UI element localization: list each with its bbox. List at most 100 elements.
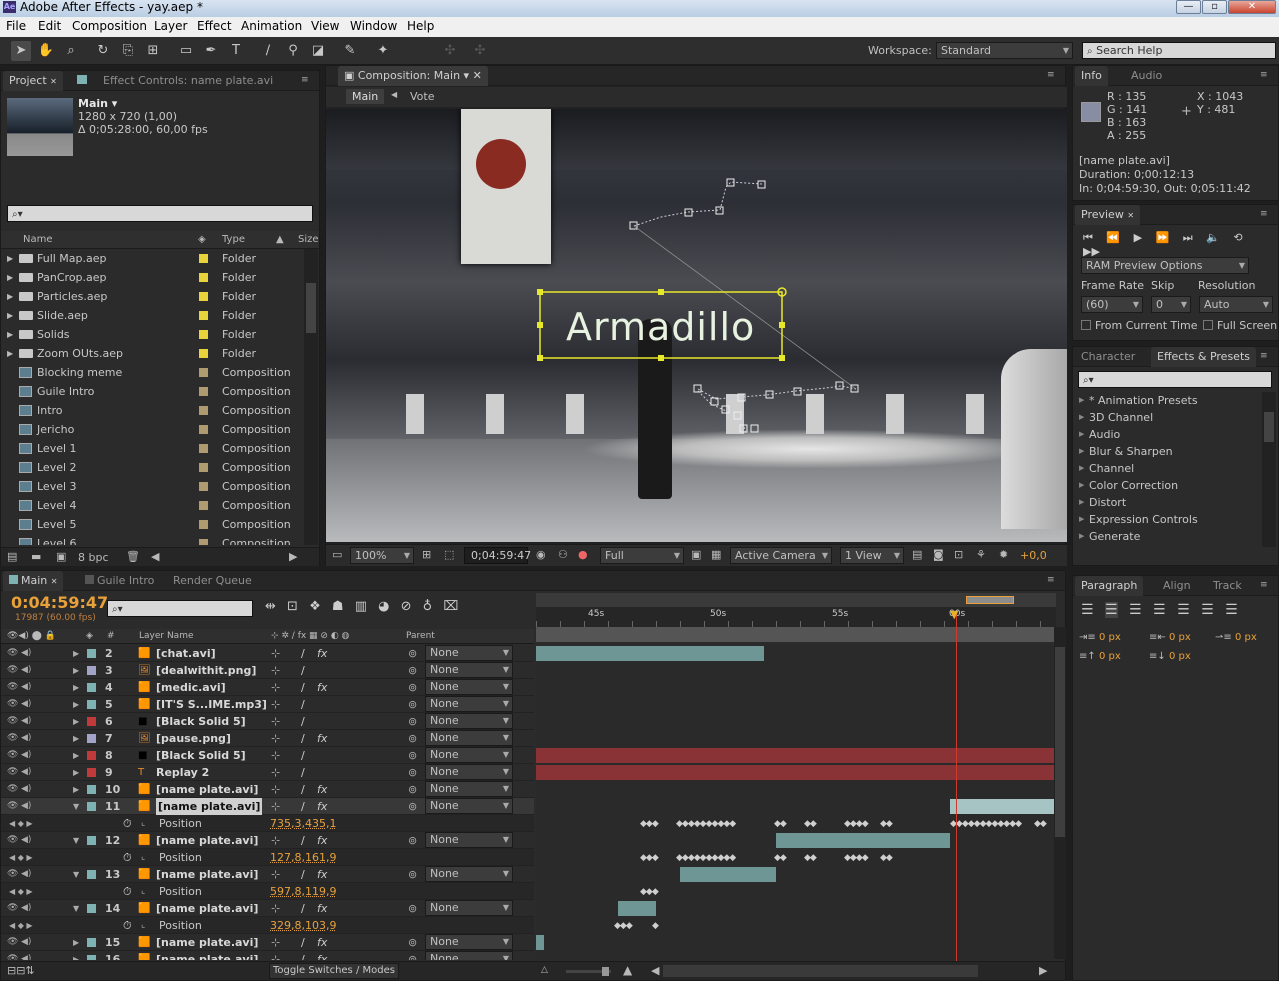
project-composition[interactable]: Level 6 Composition bbox=[1, 534, 303, 545]
eraser-tool-icon[interactable]: ◪ bbox=[308, 41, 328, 61]
shy-switch-icon[interactable]: ⊹ bbox=[271, 645, 280, 662]
region-of-interest-icon[interactable]: ⬚ bbox=[444, 548, 454, 561]
label-color-swatch[interactable] bbox=[87, 836, 96, 845]
layer-row[interactable]: 👁 ◀) ▶ 7 🖼 [pause.png] ⊹ ∕ fx ⊚ None bbox=[1, 730, 534, 747]
workspace-dropdown[interactable]: Standard bbox=[936, 42, 1073, 59]
label-color-swatch[interactable] bbox=[87, 955, 96, 960]
project-composition[interactable]: Level 5 Composition bbox=[1, 515, 303, 534]
justify-left-icon[interactable]: ☰ bbox=[1153, 602, 1166, 618]
layer-name[interactable]: [name plate.avi] bbox=[156, 951, 258, 960]
effects-category[interactable]: Blur & Sharpen bbox=[1073, 443, 1259, 460]
breadcrumb-vote[interactable]: Vote bbox=[410, 90, 434, 103]
audio-icon[interactable]: ◀) bbox=[21, 866, 31, 883]
keyframe-group[interactable]: ◆◆ bbox=[804, 853, 817, 863]
layer-duration-bar[interactable] bbox=[950, 799, 1054, 814]
project-search-input[interactable]: ⌕▾ bbox=[7, 205, 313, 222]
effects-category[interactable]: Color Correction bbox=[1073, 477, 1259, 494]
safe-margins-icon[interactable]: ⊞ bbox=[422, 548, 431, 561]
label-color-swatch[interactable] bbox=[199, 273, 208, 282]
column-size[interactable]: Size bbox=[298, 231, 319, 249]
always-preview-icon[interactable]: ▭ bbox=[332, 548, 342, 561]
pickwhip-icon[interactable]: ⊚ bbox=[408, 798, 417, 815]
expand-arrow-icon[interactable]: ▶ bbox=[73, 730, 79, 747]
label-color-swatch[interactable] bbox=[199, 349, 208, 358]
camera-dropdown[interactable]: Active Camera bbox=[730, 547, 832, 564]
position-value[interactable]: 597,8,119,9 bbox=[270, 883, 336, 900]
panel-menu-icon[interactable]: ≡ bbox=[1047, 70, 1061, 80]
pan-behind-tool-icon[interactable]: ⊞ bbox=[143, 41, 163, 61]
label-color-swatch[interactable] bbox=[199, 292, 208, 301]
scroll-left-icon[interactable]: ◀ bbox=[651, 964, 659, 977]
effect-switch-icon[interactable]: fx bbox=[317, 951, 327, 960]
quality-switch-icon[interactable]: ∕ bbox=[301, 781, 305, 798]
layer-name[interactable]: [dealwithit.png] bbox=[156, 662, 256, 679]
menu-effect[interactable]: Effect bbox=[197, 19, 232, 33]
pickwhip-icon[interactable]: ⊚ bbox=[408, 730, 417, 747]
exposure-value[interactable]: +0,0 bbox=[1020, 549, 1047, 562]
parent-dropdown[interactable]: None bbox=[425, 645, 513, 661]
visibility-icon[interactable]: 👁 bbox=[7, 781, 18, 798]
parent-dropdown[interactable]: None bbox=[425, 679, 513, 695]
interpret-footage-icon[interactable]: ▤ bbox=[7, 550, 17, 563]
timeline-search-input[interactable]: ⌕▾ bbox=[107, 600, 253, 617]
previous-frame-icon[interactable]: ⏪ bbox=[1106, 231, 1120, 244]
brainstorm-icon[interactable]: ♁ bbox=[423, 599, 433, 614]
pickwhip-icon[interactable]: ⊚ bbox=[408, 645, 417, 662]
parent-dropdown[interactable]: None bbox=[425, 713, 513, 729]
audio-icon[interactable]: ◀) bbox=[21, 645, 31, 662]
pickwhip-icon[interactable]: ⊚ bbox=[408, 696, 417, 713]
audio-icon[interactable]: ◀) bbox=[21, 747, 31, 764]
effect-switch-icon[interactable]: fx bbox=[317, 645, 327, 662]
expand-arrow-icon[interactable]: ▶ bbox=[7, 268, 13, 287]
keyframe-navigator-icon[interactable]: ◀ ◆ ▶ bbox=[9, 815, 33, 832]
stopwatch-icon[interactable]: ⏱ bbox=[123, 849, 132, 866]
layer-name[interactable]: [Black Solid 5] bbox=[156, 747, 246, 764]
layer-duration-bar[interactable] bbox=[536, 935, 544, 950]
visibility-icon[interactable]: 👁 bbox=[7, 679, 18, 696]
position-value[interactable]: 329,8,103,9 bbox=[270, 917, 336, 934]
quality-switch-icon[interactable]: ∕ bbox=[301, 645, 305, 662]
pickwhip-icon[interactable]: ⊚ bbox=[408, 900, 417, 917]
next-frame-icon[interactable]: ⏩ bbox=[1156, 231, 1170, 244]
shy-switch-icon[interactable]: ⊹ bbox=[271, 832, 280, 849]
quality-switch-icon[interactable]: ∕ bbox=[301, 662, 305, 679]
pickwhip-icon[interactable]: ⊚ bbox=[408, 679, 417, 696]
snapshot-icon[interactable]: ◉ bbox=[536, 548, 546, 561]
visibility-icon[interactable]: 👁 bbox=[7, 798, 18, 815]
view-layout-dropdown[interactable]: 1 View bbox=[840, 547, 904, 564]
justify-center-icon[interactable]: ☰ bbox=[1177, 602, 1190, 618]
trash-icon[interactable]: 🗑 bbox=[126, 550, 140, 563]
effect-switch-icon[interactable]: fx bbox=[317, 934, 327, 951]
layer-name[interactable]: Replay 2 bbox=[156, 764, 209, 781]
indent-right-value[interactable]: 0 px bbox=[1169, 632, 1191, 643]
effect-switch-icon[interactable]: fx bbox=[317, 679, 327, 696]
clone-stamp-tool-icon[interactable]: ⚲ bbox=[283, 41, 303, 61]
quality-switch-icon[interactable]: ∕ bbox=[301, 832, 305, 849]
shy-switch-icon[interactable]: ⊹ bbox=[271, 730, 280, 747]
parent-dropdown[interactable]: None bbox=[425, 951, 513, 960]
audio-icon[interactable]: ◀) bbox=[21, 832, 31, 849]
shy-switch-icon[interactable]: ⊹ bbox=[271, 798, 280, 815]
minimize-icon[interactable]: — bbox=[1176, 0, 1201, 14]
tab-composition-main[interactable]: ▣ Composition: Main ▾ ✕ bbox=[338, 66, 488, 86]
menu-animation[interactable]: Animation bbox=[241, 19, 302, 33]
timeline-icon[interactable]: ⊡ bbox=[954, 548, 963, 561]
menu-edit[interactable]: Edit bbox=[38, 19, 61, 33]
label-color-swatch[interactable] bbox=[199, 368, 208, 377]
layer-name[interactable]: [pause.png] bbox=[156, 730, 231, 747]
layer-name[interactable]: [name plate.avi] bbox=[156, 832, 258, 849]
project-composition[interactable]: Jericho Composition bbox=[1, 420, 303, 439]
zoom-out-icon[interactable]: △ bbox=[541, 965, 548, 975]
project-composition[interactable]: Level 2 Composition bbox=[1, 458, 303, 477]
layer-name[interactable]: [Black Solid 5] bbox=[156, 713, 246, 730]
visibility-icon[interactable]: 👁 bbox=[7, 934, 18, 951]
parent-dropdown[interactable]: None bbox=[425, 781, 513, 797]
panel-menu-icon[interactable]: ≡ bbox=[1260, 209, 1274, 219]
layer-name[interactable]: [name plate.avi] bbox=[156, 798, 263, 815]
stopwatch-icon[interactable]: ⏱ bbox=[123, 883, 132, 900]
label-color-swatch[interactable] bbox=[199, 425, 208, 434]
layer-name[interactable]: [chat.avi] bbox=[156, 645, 216, 662]
resolution-dropdown[interactable]: Full bbox=[600, 547, 684, 564]
expand-arrow-icon[interactable]: ▼ bbox=[73, 798, 79, 815]
fast-previews-icon[interactable]: ▣ bbox=[691, 548, 701, 561]
